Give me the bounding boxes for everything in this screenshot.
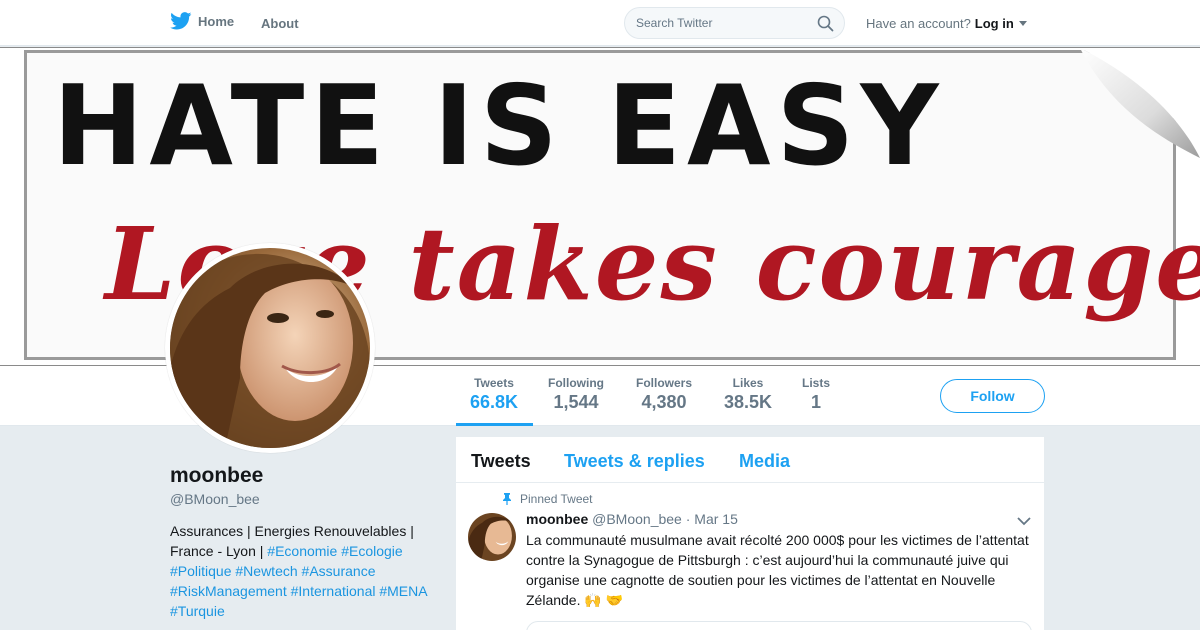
- tweet-header: moonbee @BMoon_bee · Mar 15: [526, 511, 738, 527]
- hashtag-link[interactable]: #MENA: [379, 583, 426, 599]
- account-area: Have an account? Log in: [866, 16, 1027, 31]
- chevron-down-icon[interactable]: [1017, 517, 1031, 526]
- tweet-date[interactable]: Mar 15: [694, 511, 738, 527]
- stat-value: 4,380: [641, 392, 687, 412]
- nav-home[interactable]: Home: [170, 12, 234, 30]
- page-curl-graphic: [1080, 48, 1200, 158]
- tweet-author-name[interactable]: moonbee: [526, 511, 588, 527]
- profile-name[interactable]: moonbee: [170, 464, 263, 488]
- stat-label: Lists: [802, 376, 831, 390]
- hashtag-link[interactable]: #Newtech: [235, 563, 297, 579]
- tweet-author-handle[interactable]: @BMoon_bee: [592, 511, 682, 527]
- stat-following[interactable]: Following 1,544: [548, 376, 604, 413]
- tweet-text: La communauté musulmane avait récolté 20…: [526, 532, 1029, 608]
- hashtag-link[interactable]: #Politique: [170, 563, 232, 579]
- timeline: Tweets Tweets & replies Media Pinned Twe…: [456, 437, 1044, 630]
- tab-tweets-replies[interactable]: Tweets & replies: [564, 451, 705, 472]
- stat-likes[interactable]: Likes 38.5K: [724, 376, 772, 413]
- stat-value: 1: [811, 392, 822, 412]
- nav-home-label: Home: [198, 13, 235, 29]
- pinned-text: Pinned Tweet: [520, 492, 593, 506]
- stat-value: 1,544: [553, 392, 599, 412]
- search-icon[interactable]: [817, 15, 834, 32]
- profile-handle[interactable]: @BMoon_bee: [170, 491, 260, 507]
- tweet-separator: ·: [685, 511, 691, 527]
- stat-value: 66.8K: [470, 392, 519, 412]
- hashtag-link[interactable]: #Turquie: [170, 603, 225, 619]
- tweet-media-card[interactable]: [526, 621, 1032, 630]
- tab-tweets[interactable]: Tweets: [471, 451, 531, 472]
- stat-label: Tweets: [474, 376, 514, 390]
- pin-icon: [503, 493, 511, 505]
- profile-avatar[interactable]: [165, 243, 375, 453]
- stat-label: Followers: [636, 376, 693, 390]
- banner-text-line1: HATE IS EASY: [53, 63, 945, 191]
- tweet-avatar[interactable]: [468, 513, 516, 561]
- caret-down-icon[interactable]: [1018, 21, 1027, 26]
- pinned-tweet-label: Pinned Tweet: [502, 492, 593, 506]
- tweet-avatar-photo: [468, 513, 516, 561]
- hashtag-link[interactable]: #International: [291, 583, 376, 599]
- hashtag-link[interactable]: #RiskManagement: [170, 583, 287, 599]
- twitter-bird-icon: [170, 12, 192, 30]
- active-stat-underline: [456, 423, 533, 426]
- timeline-tabs: Tweets Tweets & replies Media: [456, 437, 1044, 483]
- search-box: [624, 7, 845, 39]
- hashtag-link[interactable]: #Economie: [267, 543, 337, 559]
- account-prompt: Have an account?: [866, 16, 971, 31]
- avatar-photo: [170, 248, 370, 448]
- stat-tweets[interactable]: Tweets 66.8K: [470, 376, 518, 413]
- stat-followers[interactable]: Followers 4,380: [636, 376, 692, 413]
- stat-label: Following: [548, 376, 604, 390]
- top-nav: Home About Have an account? Log in: [0, 0, 1200, 46]
- hashtag-link[interactable]: #Ecologie: [341, 543, 403, 559]
- login-link[interactable]: Log in: [975, 16, 1014, 31]
- follow-button[interactable]: Follow: [940, 379, 1045, 413]
- stat-lists[interactable]: Lists 1: [802, 376, 830, 413]
- profile-bio: Assurances | Energies Renouvelables | Fr…: [170, 521, 445, 621]
- stat-label: Likes: [732, 376, 764, 390]
- tab-media[interactable]: Media: [739, 451, 790, 472]
- stat-value: 38.5K: [724, 392, 773, 412]
- nav-about[interactable]: About: [261, 16, 299, 31]
- hashtag-link[interactable]: #Assurance: [302, 563, 376, 579]
- search-input[interactable]: [625, 8, 805, 38]
